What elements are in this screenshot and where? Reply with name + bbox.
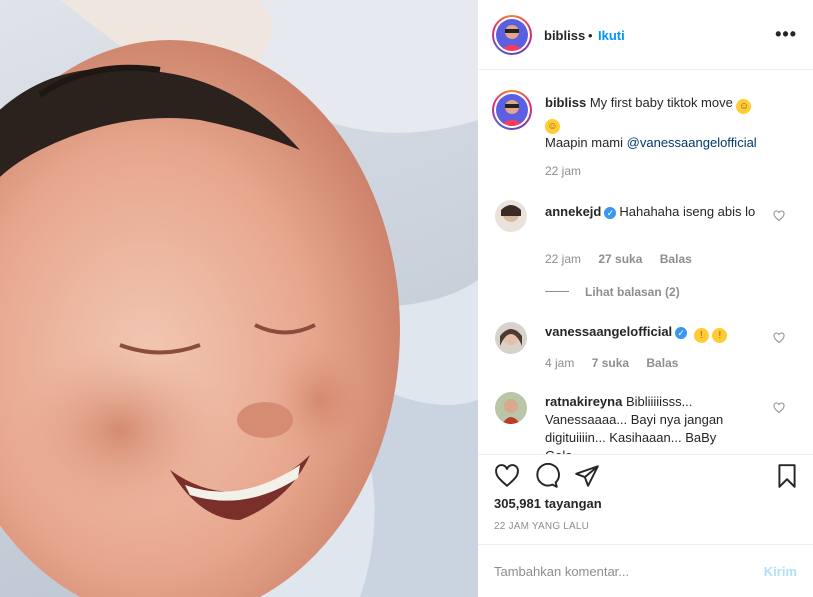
commenter-avatar[interactable]	[495, 392, 527, 424]
caption-text: My first baby tiktok move	[589, 95, 733, 110]
mention-link[interactable]: @vanessaangelofficial	[627, 135, 757, 150]
replies-line	[545, 291, 569, 292]
comment-text-block: annekejd ✓ Hahahaha iseng abis lo	[545, 203, 790, 221]
more-options-icon[interactable]: •••	[775, 24, 797, 45]
post-media[interactable]	[0, 0, 478, 597]
heart-icon[interactable]	[773, 402, 785, 414]
caption-time: 22 jam	[545, 164, 582, 178]
scared-emoji-icon: !	[712, 328, 728, 343]
post-panel: bibliss • Ikuti ••• bibliss My first bab…	[478, 0, 813, 597]
rofl-emoji-icon: ☺	[736, 99, 752, 114]
comment-meta: 22 jam 27 suka Balas	[545, 252, 692, 266]
post-comment-button[interactable]: Kirim	[764, 564, 797, 579]
comment-time: 4 jam	[545, 356, 575, 370]
heart-icon[interactable]	[773, 332, 785, 344]
header-username[interactable]: bibliss	[544, 28, 585, 43]
commenter-avatar[interactable]	[495, 322, 527, 354]
comment-time: 22 jam	[545, 252, 582, 266]
bookmark-icon[interactable]	[774, 463, 800, 489]
comment-username[interactable]: annekejd	[545, 204, 601, 219]
heart-icon[interactable]	[773, 210, 785, 222]
post-timestamp: 22 JAM YANG LALU	[494, 521, 590, 532]
view-count[interactable]: 305,981 tayangan	[494, 496, 602, 511]
comment-icon[interactable]	[534, 463, 560, 489]
reply-button[interactable]: Balas	[646, 356, 678, 370]
scared-emoji-icon: !	[693, 328, 709, 343]
comment-text-block: vanessaangelofficial ✓ ! !	[545, 323, 790, 343]
caption-text-block: bibliss My first baby tiktok move ☺ ☺ Ma…	[545, 94, 790, 152]
user-photo	[496, 19, 528, 51]
caption-username[interactable]: bibliss	[545, 95, 586, 110]
verified-badge-icon: ✓	[604, 207, 617, 219]
paper-plane-icon[interactable]	[574, 463, 600, 489]
action-bar: 305,981 tayangan 22 JAM YANG LALU	[478, 454, 813, 544]
comment-username[interactable]: ratnakireyna	[545, 394, 622, 409]
verified-badge-icon: ✓	[675, 327, 688, 339]
comment-username[interactable]: vanessaangelofficial	[545, 324, 672, 339]
reply-button[interactable]: Balas	[660, 252, 692, 266]
caption-line2: Maapin mami	[545, 135, 624, 150]
follow-button[interactable]: Ikuti	[598, 28, 625, 43]
baby-photo	[0, 0, 478, 597]
separator-dot: •	[588, 28, 593, 43]
view-replies-button[interactable]: Lihat balasan (2)	[545, 285, 680, 299]
comment-text-block: ratnakireyna Bibliiiiisss... Vanessaaaa.…	[545, 393, 740, 454]
commenter-avatar[interactable]	[495, 200, 527, 232]
comment-likes[interactable]: 7 suka	[592, 356, 629, 370]
avatar[interactable]	[492, 15, 532, 55]
post-header: bibliss • Ikuti •••	[478, 0, 813, 70]
comment-likes[interactable]: 27 suka	[598, 252, 642, 266]
rofl-emoji-icon: ☺	[545, 119, 560, 134]
heart-icon[interactable]	[494, 463, 520, 489]
comment-meta: 4 jam 7 suka Balas	[545, 356, 678, 370]
add-comment-bar: Kirim	[478, 544, 813, 597]
comments-list[interactable]: bibliss My first baby tiktok move ☺ ☺ Ma…	[478, 71, 813, 454]
comment-text: Hahahaha iseng abis lo	[619, 204, 756, 219]
comment-input[interactable]	[494, 561, 734, 581]
caption-avatar[interactable]	[492, 90, 532, 130]
